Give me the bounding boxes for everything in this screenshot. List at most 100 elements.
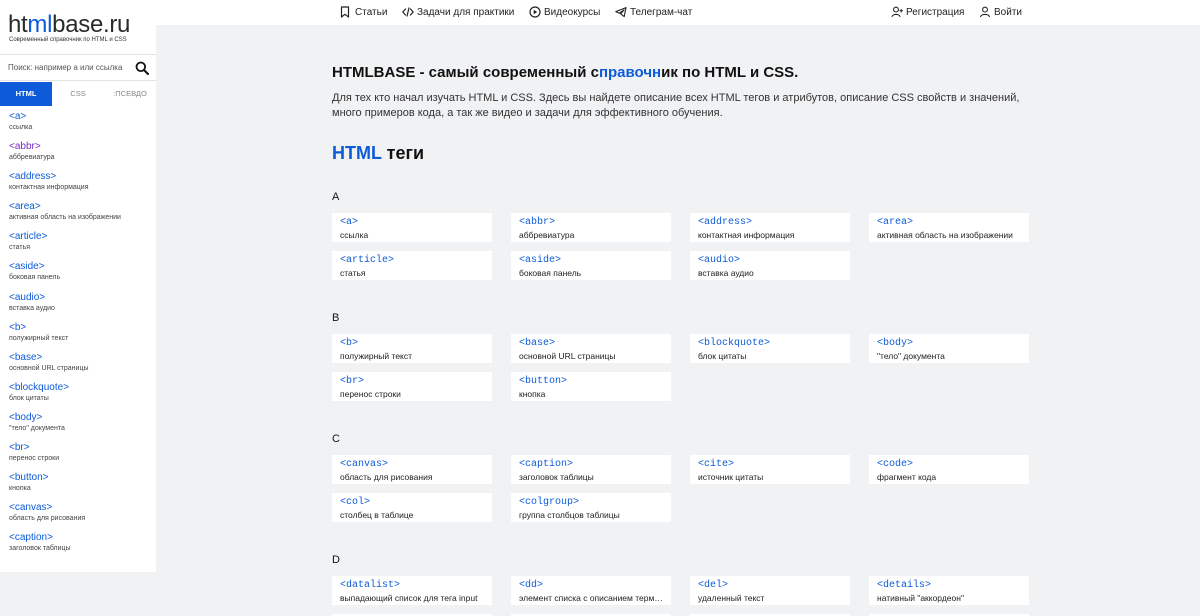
sidebar-item-tag: <aside> xyxy=(9,261,45,273)
sidebar-search xyxy=(0,54,156,81)
sidebar-item-desc: активная область на изображении xyxy=(9,214,121,222)
nav-videos[interactable]: Видеокурсы xyxy=(529,0,600,25)
nav-login[interactable]: Войти xyxy=(979,0,1022,25)
tag-card-name: <address> xyxy=(698,217,753,228)
tag-card[interactable]: <blockquote> блок цитаты xyxy=(690,334,850,363)
tag-card[interactable]: <area> активная область на изображении xyxy=(869,213,1029,242)
play-icon xyxy=(529,6,541,18)
sidebar-item-tag: <caption> xyxy=(9,532,53,544)
section-title-rest: теги xyxy=(381,143,425,163)
sidebar-item-tag: <article> xyxy=(9,231,48,243)
group-letter: D xyxy=(332,554,340,566)
sidebar-item-tag: <a> xyxy=(9,111,27,122)
tag-card-name: <abbr> xyxy=(519,217,556,228)
section-title: HTML теги xyxy=(332,143,424,164)
sidebar-item-desc: аббревиатура xyxy=(9,154,55,162)
sidebar-item[interactable]: <caption> заголовок таблицы xyxy=(0,531,156,561)
site-logo[interactable]: htmlbase.ru xyxy=(8,11,130,39)
sidebar-item-tag: <address> xyxy=(9,171,57,183)
sidebar-item-desc: "тело" документа xyxy=(9,424,65,432)
sidebar-item[interactable]: <abbr> аббревиатура xyxy=(0,140,156,170)
sidebar-item-tag: <button> xyxy=(9,472,49,484)
tag-card[interactable]: <a> ссылка xyxy=(332,213,492,242)
title-link[interactable]: правочн xyxy=(599,64,661,81)
sidebar-item[interactable]: <base> основной URL страницы xyxy=(0,351,156,381)
sidebar-item[interactable]: <audio> вставка аудио xyxy=(0,291,156,321)
tag-card[interactable]: <cite> источник цитаты xyxy=(690,455,850,484)
tab-pseudo[interactable]: :ПСЕВДО xyxy=(104,82,156,106)
section-title-highlight: HTML xyxy=(332,143,382,163)
tag-card-desc: ссылка xyxy=(340,230,369,240)
tag-card-name: <canvas> xyxy=(340,459,389,470)
sidebar-tabs: HTML CSS :ПСЕВДО xyxy=(0,82,156,106)
tag-card-name: <body> xyxy=(877,338,914,349)
search-icon[interactable] xyxy=(135,61,149,75)
nav-tasks-label: Задачи для практики xyxy=(417,7,515,18)
sidebar-item[interactable]: <br> перенос строки xyxy=(0,441,156,471)
tag-card-desc: заголовок таблицы xyxy=(519,472,594,482)
tag-card[interactable]: <del> удаленный текст xyxy=(690,576,850,605)
tag-card-name: <datalist> xyxy=(340,580,401,591)
tag-card-name: <br> xyxy=(340,376,365,387)
tag-card[interactable]: <b> полужирный текст xyxy=(332,334,492,363)
tag-card-desc: фрагмент кода xyxy=(877,472,937,482)
sidebar-item[interactable]: <address> контактная информация xyxy=(0,170,156,200)
sidebar-item[interactable]: <a> ссылка xyxy=(0,110,156,140)
bookmark-icon xyxy=(340,6,350,18)
tag-card[interactable]: <colgroup> группа столбцов таблицы xyxy=(511,493,671,522)
nav-articles[interactable]: Статьи xyxy=(340,0,387,25)
tag-card[interactable]: <col> столбец в таблице xyxy=(332,493,492,522)
tag-card[interactable]: <code> фрагмент кода xyxy=(869,455,1029,484)
tag-card[interactable]: <abbr> аббревиатура xyxy=(511,213,671,242)
nav-register[interactable]: Регистрация xyxy=(891,0,964,25)
sidebar-item[interactable]: <aside> боковая панель xyxy=(0,260,156,290)
tag-card-name: <audio> xyxy=(698,255,741,266)
tag-card-name: <del> xyxy=(698,580,729,591)
tag-card-desc: полужирный текст xyxy=(340,351,413,361)
sidebar-item[interactable]: <area> активная область на изображении xyxy=(0,200,156,230)
sidebar-item-tag: <area> xyxy=(9,201,41,213)
nav-tasks[interactable]: Задачи для практики xyxy=(402,0,514,25)
sidebar-item-tag: <b> xyxy=(9,321,27,333)
tag-card[interactable]: <article> статья xyxy=(332,251,492,280)
tab-css[interactable]: CSS xyxy=(52,82,104,106)
sidebar-item-desc: вставка аудио xyxy=(9,304,55,312)
tag-card[interactable]: <address> контактная информация xyxy=(690,213,850,242)
tag-card-desc: удаленный текст xyxy=(698,593,765,603)
tab-html[interactable]: HTML xyxy=(0,82,52,106)
tag-card[interactable]: <body> "тело" документа xyxy=(869,334,1029,363)
sidebar-item-desc: полужирный текст xyxy=(9,334,69,342)
intro-text: Для тех кто начал изучать HTML и CSS. Зд… xyxy=(332,92,1020,119)
tag-card-desc: элемент списка с описанием термина xyxy=(519,593,663,603)
tag-card-name: <caption> xyxy=(519,459,574,470)
tag-card[interactable]: <details> нативный "аккордеон" xyxy=(869,576,1029,605)
tag-card-name: <dd> xyxy=(519,580,544,591)
logo-part: ht xyxy=(8,11,28,38)
sidebar: htmlbase.ru Современный справочник по HT… xyxy=(0,0,156,572)
sidebar-item[interactable]: <button> кнопка xyxy=(0,471,156,501)
tag-card[interactable]: <aside> боковая панель xyxy=(511,251,671,280)
tag-card-desc: статья xyxy=(340,268,366,278)
tag-card[interactable]: <base> основной URL страницы xyxy=(511,334,671,363)
nav-telegram[interactable]: Телеграм-чат xyxy=(615,0,692,25)
sidebar-item[interactable]: <b> полужирный текст xyxy=(0,321,156,351)
tag-card-desc: активная область на изображении xyxy=(877,230,1013,240)
tag-card[interactable]: <datalist> выпадающий список для тега inp… xyxy=(332,576,492,605)
sidebar-item[interactable]: <canvas> область для рисования xyxy=(0,501,156,531)
tag-card[interactable]: <audio> вставка аудио xyxy=(690,251,850,280)
sidebar-item-tag: <audio> xyxy=(9,291,46,303)
sidebar-item[interactable]: <article> статья xyxy=(0,230,156,260)
tag-card[interactable]: <caption> заголовок таблицы xyxy=(511,455,671,484)
tag-card-name: <col> xyxy=(340,497,371,508)
logo-part: base.ru xyxy=(52,11,131,38)
sidebar-item[interactable]: <blockquote> блок цитаты xyxy=(0,381,156,411)
sidebar-item[interactable]: <body> "тело" документа xyxy=(0,411,156,441)
tag-card[interactable]: <button> кнопка xyxy=(511,372,671,401)
tag-card[interactable]: <canvas> область для рисования xyxy=(332,455,492,484)
sidebar-tag-list: <a> ссылка <abbr> аббревиатура <address> конт… xyxy=(0,110,156,561)
tag-card[interactable]: <br> перенос строки xyxy=(332,372,492,401)
sidebar-item-tag: <blockquote> xyxy=(9,381,70,393)
tag-card[interactable]: <dd> элемент списка с описанием термина xyxy=(511,576,671,605)
search-input[interactable] xyxy=(0,55,126,80)
tag-card-name: <b> xyxy=(340,338,359,349)
